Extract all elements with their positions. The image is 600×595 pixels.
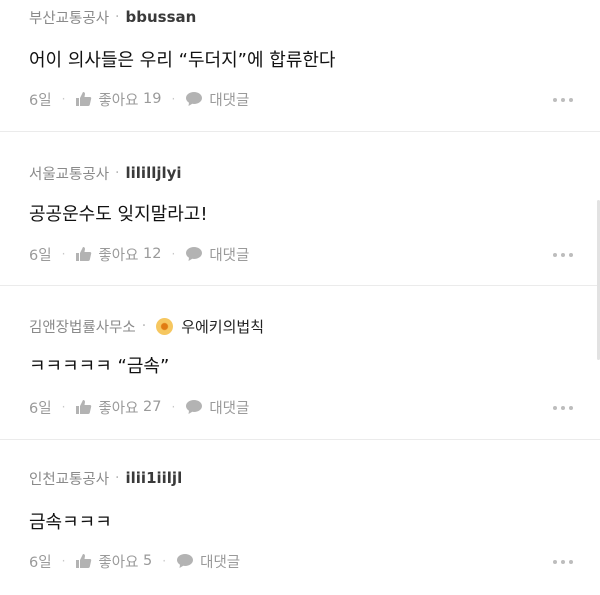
separator-dot: · [61, 554, 66, 568]
comment-meta: 6일 · 좋아요 27 · 대댓글 [29, 396, 249, 418]
separator-dot: · [61, 400, 66, 414]
speech-bubble-icon [185, 246, 203, 262]
like-count: 27 [143, 399, 162, 415]
more-options-icon[interactable] [553, 253, 573, 257]
like-label: 좋아요 [98, 247, 139, 264]
comment-author: 부산교통공사 · bbussan [29, 5, 196, 29]
thumbs-up-icon [75, 91, 92, 107]
thumbs-up-icon [75, 399, 92, 415]
reply-label: 대댓글 [200, 554, 241, 571]
like-count: 19 [143, 91, 162, 107]
speech-bubble-icon [176, 553, 194, 569]
thumbs-up-icon [75, 246, 92, 262]
separator-dot: · [115, 9, 120, 25]
reply-label: 대댓글 [209, 92, 250, 109]
thumbs-up-icon [75, 553, 92, 569]
medal-badge-icon [156, 317, 174, 335]
comment-item: 김앤장법률사무소 · 우에키의법칙 ㅋㅋㅋㅋㅋ “금속” 6일 · 좋아요 27… [0, 286, 600, 440]
like-label: 좋아요 [98, 92, 139, 109]
author-nickname[interactable]: lililljlyi [126, 164, 182, 182]
reply-button[interactable]: 대댓글 [185, 244, 249, 265]
like-button[interactable]: 좋아요 19 [75, 89, 162, 110]
comment-time: 6일 [29, 247, 52, 264]
reply-button[interactable]: 대댓글 [185, 89, 249, 110]
reply-button[interactable]: 대댓글 [176, 551, 240, 572]
more-options-icon[interactable] [553, 560, 573, 564]
separator-dot: · [61, 247, 66, 261]
separator-dot: · [171, 247, 176, 261]
author-organization: 인천교통공사 [29, 471, 110, 488]
comment-item: 서울교통공사 · lililljlyi 공공운수도 잊지말라고! 6일 · 좋아… [0, 132, 600, 286]
comment-body: 금속ㅋㅋㅋ [29, 512, 112, 533]
author-organization: 부산교통공사 [29, 10, 110, 27]
comment-time: 6일 [29, 92, 52, 109]
separator-dot: · [171, 400, 176, 414]
comment-meta: 6일 · 좋아요 19 · 대댓글 [29, 88, 249, 110]
comment-author: 김앤장법률사무소 · 우에키의법칙 [29, 314, 264, 338]
separator-dot: · [141, 318, 147, 334]
comment-meta: 6일 · 좋아요 12 · 대댓글 [29, 243, 249, 265]
comment-author: 서울교통공사 · lililljlyi [29, 161, 182, 185]
speech-bubble-icon [185, 399, 203, 415]
comment-author: 인천교통공사 · ilii1iiljl [29, 466, 182, 490]
like-button[interactable]: 좋아요 5 [75, 551, 152, 572]
author-nickname[interactable]: 우에키의법칙 [181, 316, 264, 337]
separator-dot: · [162, 554, 167, 568]
comment-time: 6일 [29, 554, 52, 571]
speech-bubble-icon [185, 91, 203, 107]
author-organization: 서울교통공사 [29, 166, 110, 183]
author-nickname[interactable]: ilii1iiljl [126, 469, 183, 487]
comment-meta: 6일 · 좋아요 5 · 대댓글 [29, 550, 240, 572]
like-count: 5 [143, 553, 153, 569]
comment-body: ㅋㅋㅋㅋㅋ “금속” [29, 356, 170, 377]
like-label: 좋아요 [98, 400, 139, 417]
reply-label: 대댓글 [209, 400, 250, 417]
comment-body: 어이 의사들은 우리 “두더지”에 합류한다 [29, 50, 336, 71]
more-options-icon[interactable] [553, 406, 573, 410]
comment-body: 공공운수도 잊지말라고! [29, 204, 208, 225]
separator-dot: · [61, 92, 66, 106]
like-label: 좋아요 [98, 554, 139, 571]
like-button[interactable]: 좋아요 27 [75, 397, 162, 418]
author-organization: 김앤장법률사무소 [29, 319, 136, 336]
comment-item: 인천교통공사 · ilii1iiljl 금속ㅋㅋㅋ 6일 · 좋아요 5 · 대… [0, 440, 600, 595]
comment-item: 부산교통공사 · bbussan 어이 의사들은 우리 “두더지”에 합류한다 … [0, 0, 600, 132]
like-button[interactable]: 좋아요 12 [75, 244, 162, 265]
author-nickname[interactable]: bbussan [126, 8, 197, 26]
separator-dot: · [171, 92, 176, 106]
reply-label: 대댓글 [209, 247, 250, 264]
like-count: 12 [143, 246, 162, 262]
separator-dot: · [115, 165, 120, 181]
more-options-icon[interactable] [553, 98, 573, 102]
separator-dot: · [115, 470, 120, 486]
comment-time: 6일 [29, 400, 52, 417]
reply-button[interactable]: 대댓글 [185, 397, 249, 418]
